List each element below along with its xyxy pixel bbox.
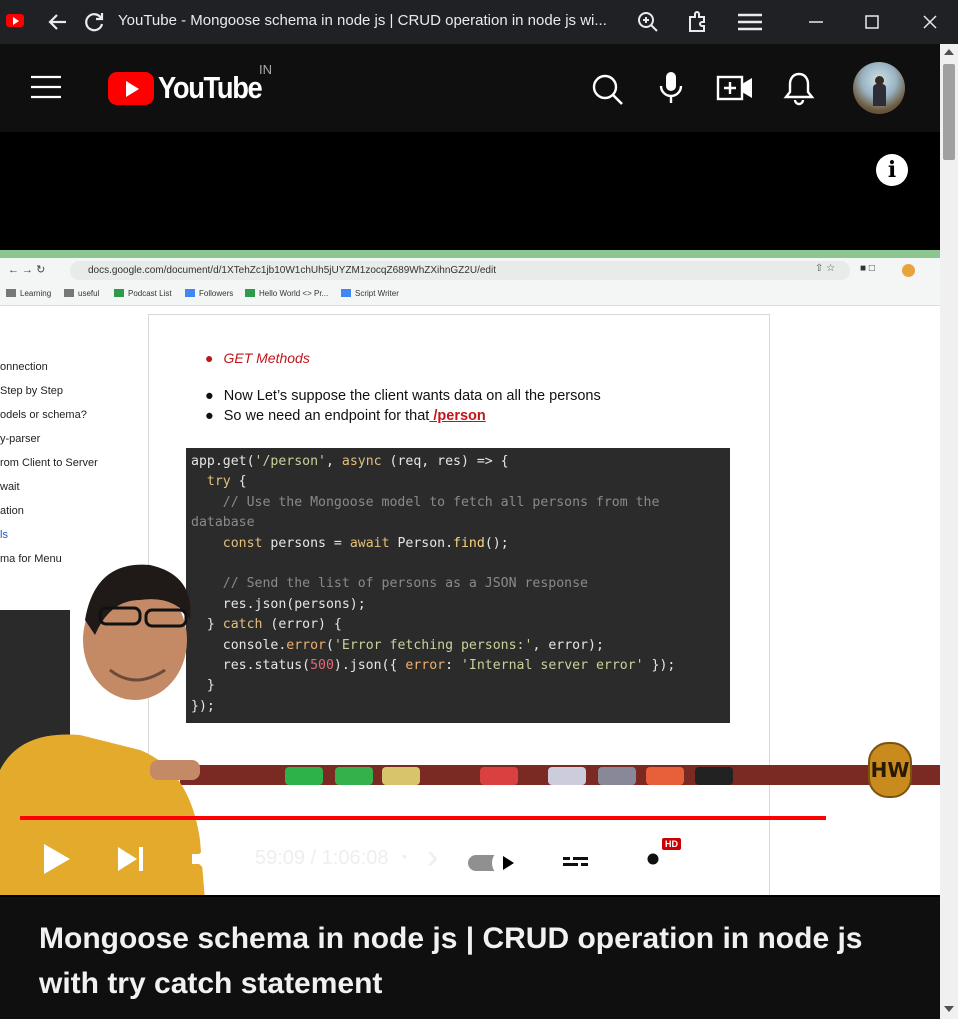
doc-link: /person [429,408,486,424]
current-time: 59:09 [255,847,306,869]
browser-address-bar: ← → ↻ docs.google.com/document/d/1XTehZc… [0,258,940,284]
notifications-bell-icon[interactable] [783,70,815,106]
scroll-down-arrow-icon[interactable] [943,1004,955,1014]
volume-icon[interactable] [189,842,225,876]
bookmark-item: Podcast List [114,289,172,298]
progress-bar[interactable] [20,816,920,820]
info-icon[interactable]: i [876,154,908,186]
outline-item: Step by Step [0,385,63,397]
outline-item: ation [0,505,24,517]
page-scrollbar[interactable] [940,44,958,1019]
play-icon[interactable] [40,842,72,876]
fullscreen-icon[interactable] [862,840,900,878]
duration: 1:06:08 [321,847,389,869]
progress-bar-played [20,816,826,820]
bookmark-item: Hello World <> Pr... [245,289,328,298]
window-title: YouTube - Mongoose schema in node js | C… [118,12,607,29]
miniplayer-icon[interactable] [708,842,750,876]
hamburger-menu-icon[interactable] [30,74,62,100]
hd-badge: HD [662,838,681,850]
chapter-chevron-icon[interactable]: › [427,838,438,877]
youtube-logo[interactable]: YouTube IN [108,62,278,110]
logo-play-icon [108,72,154,105]
doc-line: ● So we need an endpoint for that /person [205,408,486,424]
bookmarks-bar: Learning useful Podcast List Followers H… [0,284,940,306]
menu-icon[interactable] [736,8,764,36]
outline-item: onnection [0,361,48,373]
theater-mode-icon[interactable] [787,848,825,872]
browser-title-bar: YouTube - Mongoose schema in node js | C… [0,0,958,45]
outline-item: y-parser [0,433,41,445]
bookmark-item: useful [64,289,99,298]
scrollbar-thumb[interactable] [943,64,955,160]
youtube-header: YouTube IN [0,44,940,132]
subtitles-icon[interactable] [556,844,596,876]
outline-item: odels or schema? [0,409,87,421]
video-title: Mongoose schema in node js | CRUD operat… [39,922,863,1000]
browser-tab-strip [0,250,940,258]
player-controls: 59:09 / 1:06:08 • › HD [0,776,940,898]
outline-item: rom Client to Server [0,457,98,469]
microphone-icon[interactable] [658,70,684,106]
country-code: IN [259,62,272,77]
outline-item: wait [0,481,20,493]
bookmark-item: Followers [185,289,233,298]
time-display: 59:09 / 1:06:08 • [255,847,407,870]
extension-badge-icon [902,264,915,277]
extensions-icon[interactable] [684,8,712,36]
scroll-up-arrow-icon[interactable] [943,47,955,57]
close-icon[interactable] [916,8,944,36]
time-separator: / [305,847,322,869]
url-field: docs.google.com/document/d/1XTehZc1jb10W… [70,261,850,280]
youtube-favicon-icon [6,14,24,27]
autoplay-toggle[interactable] [468,848,522,878]
code-block: app.get('/person', async (req, res) => {… [186,448,730,723]
zoom-icon[interactable] [634,8,662,36]
avatar[interactable] [853,62,905,114]
chapter-dot: • [402,848,407,864]
create-video-icon[interactable] [716,72,754,104]
next-icon[interactable] [115,844,147,874]
search-icon[interactable] [590,72,624,106]
bookmark-item: Script Writer [341,289,399,298]
logo-text: YouTube [158,70,263,105]
minimize-icon[interactable] [802,8,830,36]
doc-line: ● Now Let’s suppose the client wants data… [205,388,601,404]
maximize-icon[interactable] [858,8,886,36]
back-arrow-icon[interactable] [44,8,72,36]
bookmark-item: Learning [6,289,51,298]
reload-icon[interactable] [80,8,108,36]
doc-heading: ● GET Methods [205,350,310,366]
